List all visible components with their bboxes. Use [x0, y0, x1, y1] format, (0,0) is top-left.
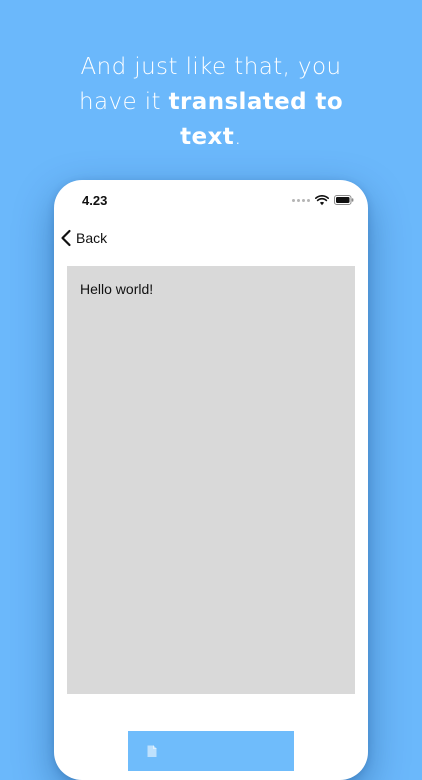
status-bar: 4.23 [54, 180, 368, 220]
headline-bold-text-3: text [180, 124, 235, 150]
headline-text-1: And just like that, you [80, 54, 342, 80]
promo-headline: And just like that, you have it translat… [0, 50, 422, 155]
headline-line-2: have it translated to [0, 85, 422, 120]
chevron-left-icon [61, 229, 71, 247]
headline-line-1: And just like that, you [0, 50, 422, 85]
status-icons [292, 194, 354, 206]
status-time: 4.23 [82, 193, 108, 208]
document-action-button[interactable] [128, 731, 294, 771]
translated-text: Hello world! [80, 281, 154, 297]
headline-line-3: text. [0, 120, 422, 155]
headline-text-3: . [234, 124, 242, 150]
headline-bold-text-2: translated to [168, 89, 344, 115]
back-label: Back [76, 230, 108, 246]
navigation-bar: Back [54, 222, 368, 254]
document-icon [147, 745, 157, 757]
wifi-icon [315, 194, 329, 205]
translated-text-area[interactable]: Hello world! [67, 266, 355, 694]
back-button[interactable]: Back [60, 224, 107, 252]
phone-frame: 4.23 Back Hello world! [54, 180, 368, 780]
battery-icon [334, 195, 354, 205]
signal-dots-icon [292, 198, 310, 202]
headline-text-2: have it [78, 89, 169, 115]
